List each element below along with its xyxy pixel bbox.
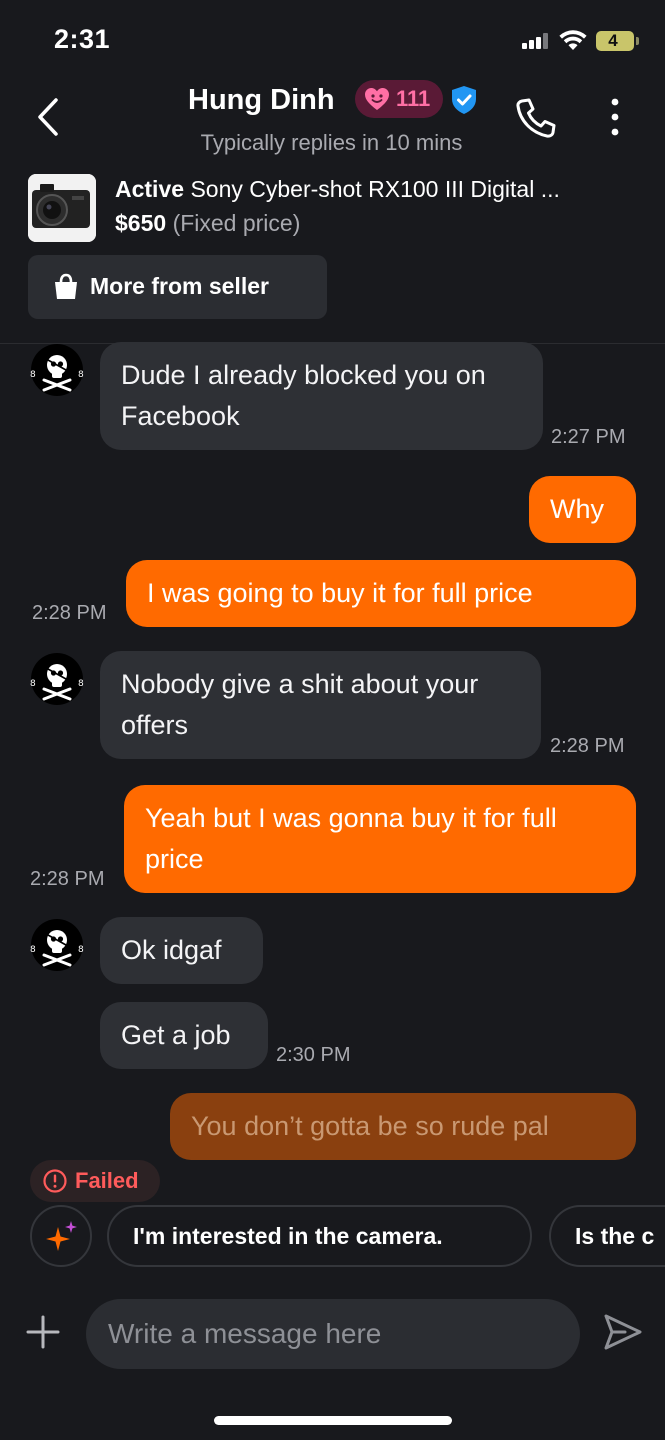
listing-price: $650 <box>115 210 167 236</box>
status-time: 2:31 <box>54 24 111 54</box>
alert-icon <box>43 1169 67 1193</box>
message-time: 2:28 PM <box>32 602 107 624</box>
home-indicator[interactable] <box>214 1416 452 1425</box>
plus-icon[interactable] <box>25 1314 61 1350</box>
battery-cap <box>636 37 639 45</box>
verified-icon <box>452 86 476 114</box>
more-from-seller-button[interactable]: More from seller <box>28 255 327 319</box>
listing-price-row: $650 (Fixed price) <box>115 210 300 237</box>
failed-status-badge[interactable]: Failed <box>30 1160 160 1202</box>
message-bubble[interactable]: Yeah but I was gonna buy it for full pri… <box>124 785 636 893</box>
ai-suggest-button[interactable] <box>30 1205 92 1267</box>
svg-text:8: 8 <box>30 370 36 380</box>
message-bubble[interactable]: I was going to buy it for full price <box>126 560 636 627</box>
failed-label: Failed <box>75 1168 139 1193</box>
suggestion-chip[interactable]: Is the c <box>549 1205 665 1267</box>
svg-text:8: 8 <box>78 945 84 955</box>
signal-icon <box>522 33 550 49</box>
seller-avatar[interactable]: 8 8 <box>26 919 88 971</box>
svg-text:8: 8 <box>30 945 36 955</box>
camera-image <box>28 174 96 242</box>
suggestion-chip[interactable]: I'm interested in the camera. <box>107 1205 532 1267</box>
seller-avatar[interactable]: 8 8 <box>26 344 88 396</box>
failed-message-bubble[interactable]: You don’t gotta be so rude pal <box>170 1093 636 1160</box>
message-bubble[interactable]: Get a job <box>100 1002 268 1069</box>
svg-text:8: 8 <box>78 370 84 380</box>
svg-text:8: 8 <box>30 679 36 689</box>
battery-level: 4 <box>608 31 618 50</box>
message-bubble[interactable]: Nobody give a shit about your offers <box>100 651 541 759</box>
message-bubble[interactable]: Ok idgaf <box>100 917 263 984</box>
listing-status: Active <box>115 176 185 202</box>
heart-icon <box>365 88 389 110</box>
sparkle-icon <box>46 1221 77 1251</box>
heart-count: 111 <box>396 86 431 111</box>
message-time: 2:28 PM <box>30 868 105 890</box>
listing-title-row[interactable]: Active Sony Cyber-shot RX100 III Digital… <box>115 176 635 203</box>
listing-thumbnail[interactable] <box>28 174 96 242</box>
seller-avatar[interactable]: 8 8 <box>26 653 88 705</box>
heart-badge: 111 <box>355 80 443 118</box>
chat-title-row: Hung Dinh 111 <box>0 80 665 120</box>
svg-text:8: 8 <box>78 679 84 689</box>
phone-icon[interactable] <box>513 96 561 140</box>
listing-title: Sony Cyber-shot RX100 III Digital ... <box>190 176 560 202</box>
message-time: 2:30 PM <box>276 1044 351 1066</box>
message-time: 2:28 PM <box>550 735 625 757</box>
message-time: 2:27 PM <box>551 426 626 448</box>
battery-icon: 4 <box>596 31 634 51</box>
seller-name[interactable]: Hung Dinh <box>188 84 335 117</box>
listing-price-type: (Fixed price) <box>172 210 301 236</box>
chat-screen: 2:31 4 Hung Dinh 111 Typically replies i… <box>0 0 665 1440</box>
message-bubble[interactable]: Dude I already blocked you on Facebook <box>100 342 543 450</box>
response-time: Typically replies in 10 mins <box>200 130 463 155</box>
message-input[interactable] <box>86 1299 580 1369</box>
more-from-seller-label: More from seller <box>90 273 269 299</box>
more-icon[interactable] <box>598 96 632 138</box>
message-bubble[interactable]: Why <box>529 476 636 543</box>
send-icon[interactable] <box>603 1312 643 1352</box>
shopping-bag-icon <box>55 273 77 299</box>
wifi-icon <box>559 30 587 50</box>
